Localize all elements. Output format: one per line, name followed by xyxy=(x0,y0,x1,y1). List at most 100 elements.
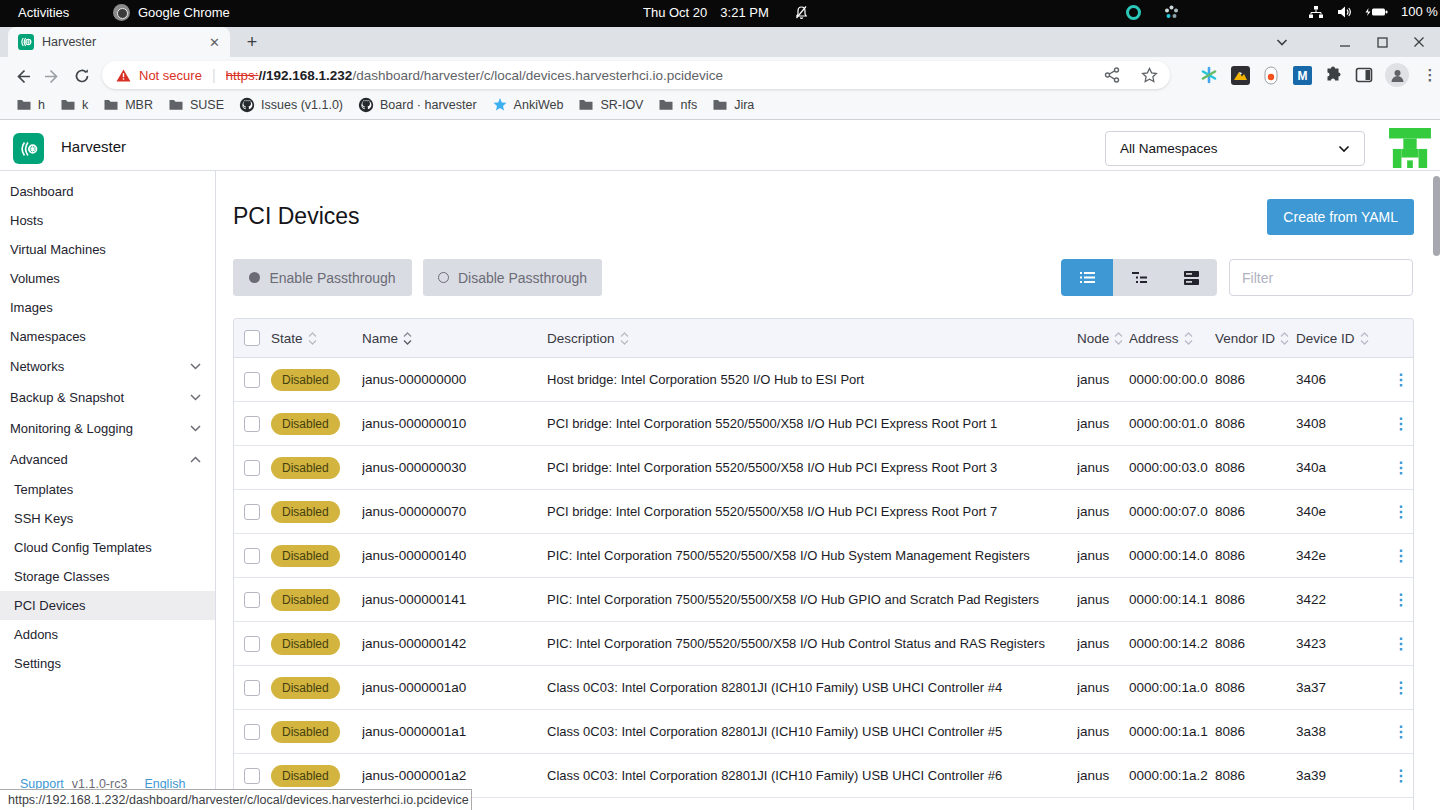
sidebar-item[interactable]: Dashboard xyxy=(0,177,215,206)
extensions-puzzle-icon[interactable] xyxy=(1323,65,1343,85)
row-actions-kebab-icon[interactable]: ⋮ xyxy=(1393,680,1409,696)
side-panel-icon[interactable] xyxy=(1354,65,1374,85)
row-checkbox[interactable] xyxy=(244,548,260,564)
bookmark-item[interactable]: h xyxy=(16,97,45,113)
bookmark-item[interactable]: MBR xyxy=(103,97,153,113)
browser-tab-harvester[interactable]: Harvester ✕ xyxy=(8,27,230,57)
extension-mountain-icon[interactable] xyxy=(1230,65,1250,85)
sidebar-item[interactable]: Virtual Machines xyxy=(0,235,215,264)
back-button[interactable] xyxy=(10,66,34,86)
window-maximize-button[interactable] xyxy=(1367,27,1397,57)
row-checkbox[interactable] xyxy=(244,460,260,476)
select-all-checkbox[interactable] xyxy=(244,330,260,346)
table-row[interactable]: Disabled janus-000000010 PCI bridge: Int… xyxy=(234,402,1413,446)
row-actions-kebab-icon[interactable]: ⋮ xyxy=(1393,724,1409,740)
url-text[interactable]: https://192.168.1.232/dashboard/harveste… xyxy=(226,68,1094,83)
harvester-logo[interactable] xyxy=(13,133,44,164)
sidebar-item[interactable]: Images xyxy=(0,293,215,322)
table-row[interactable]: Disabled janus-000000140 PIC: Intel Corp… xyxy=(234,534,1413,578)
sidebar-item[interactable]: Hosts xyxy=(0,206,215,235)
row-checkbox[interactable] xyxy=(244,680,260,696)
list-view-button[interactable] xyxy=(1061,259,1113,296)
extension-colorful-icon[interactable] xyxy=(1199,65,1219,85)
sidebar-item[interactable]: Templates xyxy=(0,475,215,504)
row-checkbox[interactable] xyxy=(244,416,260,432)
create-from-yaml-button[interactable]: Create from YAML xyxy=(1267,199,1414,235)
bookmark-item[interactable]: SR-IOV xyxy=(578,97,643,113)
window-minimize-button[interactable] xyxy=(1330,27,1360,57)
focused-app-indicator[interactable]: Google Chrome xyxy=(113,4,230,21)
row-checkbox[interactable] xyxy=(244,768,260,784)
row-actions-kebab-icon[interactable]: ⋮ xyxy=(1393,504,1409,520)
sidebar-item[interactable]: SSH Keys xyxy=(0,504,215,533)
not-secure-label[interactable]: Not secure xyxy=(139,68,202,83)
new-tab-button[interactable]: + xyxy=(240,30,264,54)
tray-ring-icon[interactable] xyxy=(1126,5,1141,20)
table-row[interactable]: Disabled janus-000000142 PIC: Intel Corp… xyxy=(234,622,1413,666)
profile-avatar[interactable] xyxy=(1385,63,1409,87)
forward-button[interactable] xyxy=(40,66,64,86)
tab-close-icon[interactable]: ✕ xyxy=(209,35,220,50)
tray-flower-icon[interactable] xyxy=(1163,4,1180,21)
bookmark-item[interactable]: k xyxy=(60,97,88,113)
row-checkbox[interactable] xyxy=(244,592,260,608)
enable-passthrough-button[interactable]: Enable Passthrough xyxy=(233,259,412,296)
table-row[interactable]: Disabled janus-000000141 PIC: Intel Corp… xyxy=(234,578,1413,622)
sidebar-item[interactable]: Advanced xyxy=(0,444,215,475)
table-row[interactable]: Disabled janus-000000070 PCI bridge: Int… xyxy=(234,490,1413,534)
clock[interactable]: Thu Oct 20 3:21 PM xyxy=(643,5,809,20)
row-checkbox[interactable] xyxy=(244,636,260,652)
bookmark-item[interactable]: Jira xyxy=(712,97,754,113)
activities-button[interactable]: Activities xyxy=(18,5,69,20)
extension-m-icon[interactable]: M xyxy=(1292,65,1312,85)
row-actions-kebab-icon[interactable]: ⋮ xyxy=(1393,592,1409,608)
sidebar-item[interactable]: Volumes xyxy=(0,264,215,293)
bookmark-item[interactable]: Board · harvester xyxy=(358,97,477,113)
namespace-selector[interactable]: All Namespaces xyxy=(1105,131,1365,166)
sidebar-item[interactable]: Monitoring & Logging xyxy=(0,413,215,444)
row-checkbox[interactable] xyxy=(244,724,260,740)
rancher-harvester-logo[interactable] xyxy=(1388,128,1432,168)
column-header-node[interactable]: Node xyxy=(1077,331,1129,346)
system-status-area[interactable]: 100 % xyxy=(1308,4,1438,19)
table-row[interactable]: Disabled janus-000000030 PCI bridge: Int… xyxy=(234,446,1413,490)
tab-search-chevron-icon[interactable] xyxy=(1267,27,1297,57)
column-header-description[interactable]: Description xyxy=(547,331,1077,346)
reload-button[interactable] xyxy=(70,66,94,86)
bookmark-star-icon[interactable] xyxy=(1141,67,1158,84)
sidebar-item[interactable]: Namespaces xyxy=(0,322,215,351)
bookmark-item[interactable]: Issues (v1.1.0) xyxy=(239,97,343,113)
table-row[interactable]: Disabled janus-0000001a0 Class 0C03: Int… xyxy=(234,666,1413,710)
column-header-state[interactable]: State xyxy=(271,331,362,346)
bookmark-item[interactable]: SUSE xyxy=(168,97,224,113)
disable-passthrough-button[interactable]: Disable Passthrough xyxy=(423,259,602,296)
row-actions-kebab-icon[interactable]: ⋮ xyxy=(1393,416,1409,432)
table-row[interactable]: Disabled janus-000000000 Host bridge: In… xyxy=(234,358,1413,402)
address-bar[interactable]: Not secure | https://192.168.1.232/dashb… xyxy=(102,61,1170,89)
sidebar-item[interactable]: Networks xyxy=(0,351,215,382)
row-actions-kebab-icon[interactable]: ⋮ xyxy=(1393,548,1409,564)
column-header-vendor-id[interactable]: Vendor ID xyxy=(1215,331,1296,346)
bookmark-item[interactable]: AnkiWeb xyxy=(492,97,564,113)
row-actions-kebab-icon[interactable]: ⋮ xyxy=(1393,636,1409,652)
row-checkbox[interactable] xyxy=(244,372,260,388)
row-actions-kebab-icon[interactable]: ⋮ xyxy=(1393,372,1409,388)
row-actions-kebab-icon[interactable]: ⋮ xyxy=(1393,768,1409,784)
sidebar-item[interactable]: Settings xyxy=(0,649,215,678)
table-row[interactable]: Disabled janus-0000001a1 Class 0C03: Int… xyxy=(234,710,1413,754)
row-checkbox[interactable] xyxy=(244,504,260,520)
sidebar-item[interactable]: Cloud Config Templates xyxy=(0,533,215,562)
grouped-view-button[interactable] xyxy=(1113,259,1165,296)
share-icon[interactable] xyxy=(1104,67,1120,83)
detail-view-button[interactable] xyxy=(1165,259,1217,296)
bookmark-item[interactable]: nfs xyxy=(658,97,697,113)
sidebar-item[interactable]: Storage Classes xyxy=(0,562,215,591)
window-close-button[interactable] xyxy=(1404,27,1434,57)
scrollbar-thumb[interactable] xyxy=(1433,176,1440,256)
column-header-name[interactable]: Name xyxy=(362,331,547,346)
sidebar-item[interactable]: Backup & Snapshot xyxy=(0,382,215,413)
filter-input[interactable] xyxy=(1229,259,1413,296)
sidebar-item[interactable]: PCI Devices xyxy=(0,591,215,620)
row-actions-kebab-icon[interactable]: ⋮ xyxy=(1393,460,1409,476)
extension-oval-icon[interactable] xyxy=(1261,65,1281,85)
